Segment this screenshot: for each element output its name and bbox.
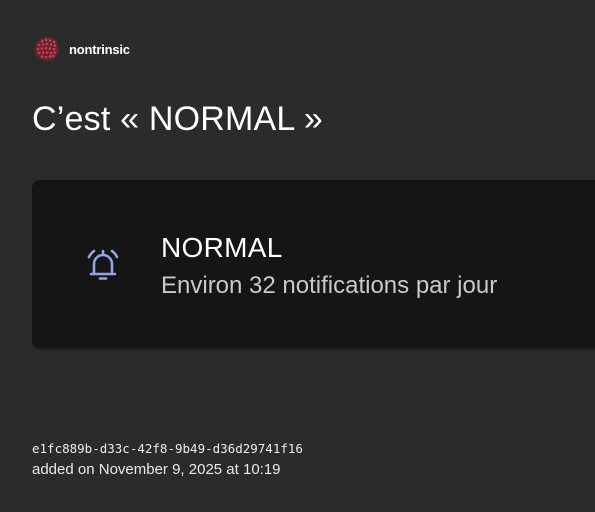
notification-level-card: NORMAL Environ 32 notifications par jour — [32, 180, 595, 348]
page-title: C’est « NORMAL » — [32, 100, 324, 138]
item-uuid: e1fc889b-d33c-42f8-9b49-d36d29741f16 — [32, 441, 303, 456]
brand-name: nontrinsic — [69, 41, 130, 57]
bell-ringing-icon — [87, 249, 119, 280]
added-timestamp: added on November 9, 2025 at 10:19 — [32, 461, 281, 478]
brand[interactable]: nontrinsic — [33, 35, 130, 63]
notification-level: NORMAL — [161, 232, 283, 263]
brand-logo-icon — [35, 37, 59, 61]
notification-description: Environ 32 notifications par jour — [161, 272, 498, 299]
